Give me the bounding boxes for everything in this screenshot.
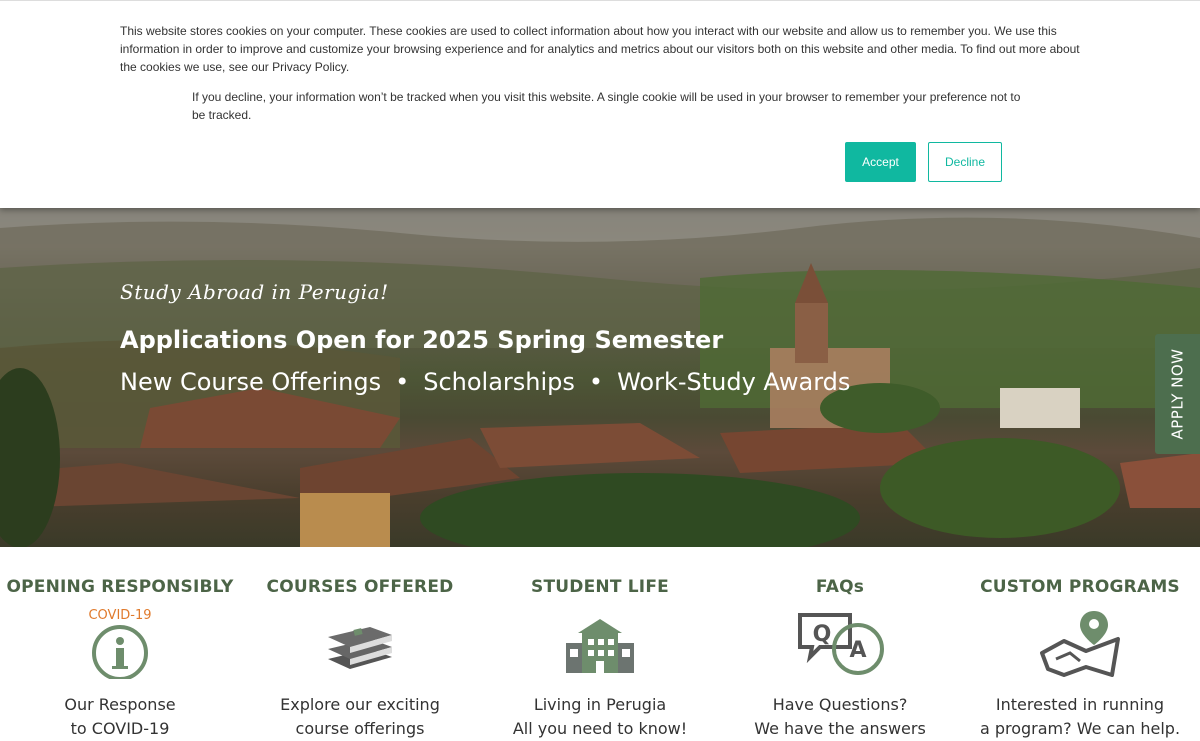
feature-desc-line2: We have the answers bbox=[754, 719, 926, 738]
feature-desc-line1: Interested in running bbox=[995, 695, 1165, 714]
feature-student-life[interactable]: STUDENT LIFE Living in Perugia All you n… bbox=[480, 547, 720, 740]
svg-text:A: A bbox=[849, 638, 866, 663]
feature-faqs[interactable]: FAQs Q A Have Questions? We have the ans… bbox=[720, 547, 960, 740]
feature-title: OPENING RESPONSIBLY bbox=[6, 577, 234, 597]
feature-description: Living in Perugia All you need to know! bbox=[480, 693, 720, 741]
hero-tagline: Study Abroad in Perugia! bbox=[120, 280, 389, 304]
decline-button[interactable]: Decline bbox=[928, 142, 1002, 182]
feature-opening-responsibly[interactable]: OPENING RESPONSIBLY COVID-19 Our Respons… bbox=[0, 547, 240, 740]
feature-title: STUDENT LIFE bbox=[531, 577, 669, 597]
subline-separator: • bbox=[395, 368, 410, 396]
subline-item-work-study: Work-Study Awards bbox=[617, 368, 851, 396]
feature-title: FAQs bbox=[815, 577, 865, 597]
feature-description: Explore our exciting course offerings bbox=[240, 693, 480, 741]
feature-row: OPENING RESPONSIBLY COVID-19 Our Respons… bbox=[0, 547, 1200, 740]
feature-desc-line1: Living in Perugia bbox=[533, 695, 667, 714]
feature-desc-line1: Explore our exciting bbox=[280, 695, 440, 714]
feature-desc-line2: a program? We can help. bbox=[979, 719, 1181, 738]
feature-desc-line2: All you need to know! bbox=[512, 719, 688, 738]
cookie-text-decline-info: If you decline, your information won’t b… bbox=[192, 90, 1021, 122]
info-circle-icon: COVID-19 bbox=[88, 609, 152, 679]
qa-bubbles-icon: Q A bbox=[798, 613, 884, 675]
feature-description: Have Questions? We have the answers bbox=[720, 693, 960, 741]
feature-desc-line1: Our Response bbox=[64, 695, 176, 714]
subline-separator: • bbox=[588, 368, 604, 396]
feature-custom-programs[interactable]: CUSTOM PROGRAMS Interested in running a … bbox=[960, 547, 1200, 740]
map-pin-icon bbox=[1040, 611, 1120, 677]
feature-description: Our Response to COVID-19 bbox=[0, 693, 240, 741]
feature-title: CUSTOM PROGRAMS bbox=[980, 577, 1180, 597]
cookie-text-main: This website stores cookies on your comp… bbox=[120, 24, 1080, 74]
svg-text:Q: Q bbox=[813, 622, 832, 647]
building-icon bbox=[566, 619, 634, 673]
feature-title: COURSES OFFERED bbox=[266, 577, 454, 597]
feature-description: Interested in running a program? We can … bbox=[960, 693, 1200, 741]
hero-headline: Applications Open for 2025 Spring Semest… bbox=[120, 326, 724, 354]
subline-item-scholarships: Scholarships bbox=[423, 368, 575, 396]
hero-subline: New Course Offerings • Scholarships • Wo… bbox=[120, 368, 850, 396]
cookie-banner: This website stores cookies on your comp… bbox=[0, 0, 1200, 208]
hero-banner: Study Abroad in Perugia! Applications Op… bbox=[0, 208, 1200, 547]
feature-desc-line2: to COVID-19 bbox=[70, 719, 170, 738]
feature-desc-line2: course offerings bbox=[295, 719, 425, 738]
apply-now-tab[interactable]: APPLY NOW bbox=[1155, 334, 1200, 454]
feature-courses-offered[interactable]: COURSES OFFERED Explore our exciting cou… bbox=[240, 547, 480, 740]
subline-item-courses: New Course Offerings bbox=[120, 368, 382, 396]
apply-now-label: APPLY NOW bbox=[1168, 348, 1187, 440]
accept-button[interactable]: Accept bbox=[845, 142, 916, 182]
covid-badge: COVID-19 bbox=[88, 609, 151, 623]
books-icon bbox=[328, 627, 392, 669]
feature-desc-line1: Have Questions? bbox=[772, 695, 908, 714]
